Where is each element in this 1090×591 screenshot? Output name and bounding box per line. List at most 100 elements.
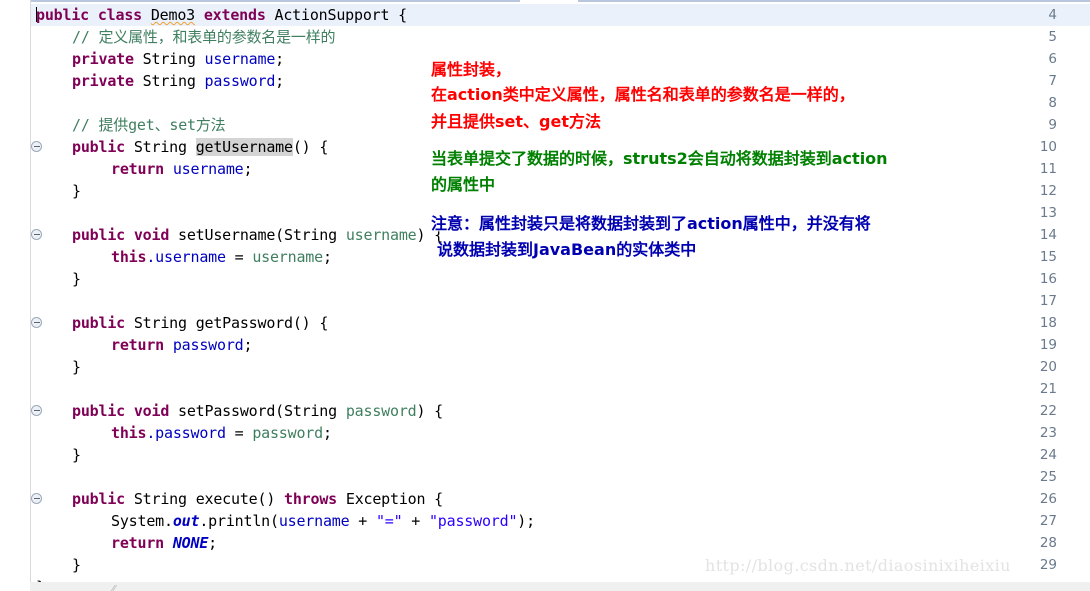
code-line-28[interactable]: return NONE; <box>111 532 217 554</box>
token-type: String <box>142 50 196 68</box>
token-keyword: return <box>111 534 164 552</box>
token-constant: NONE <box>172 534 209 552</box>
token-field: password <box>204 72 276 90</box>
token-type: String <box>133 314 187 332</box>
code-line-6[interactable]: private String username; <box>72 48 284 70</box>
sash-handle-icon: ⁄⁄ <box>112 584 116 591</box>
token-call: .println( <box>199 512 279 530</box>
token-keyword: return <box>111 160 164 178</box>
token-type: String <box>133 138 187 156</box>
token-keyword: public <box>36 6 89 24</box>
token-keyword: public <box>72 138 125 156</box>
code-line-29[interactable]: } <box>72 554 81 576</box>
code-line-26[interactable]: public String execute() throws Exception… <box>72 488 443 510</box>
token-parameter: username <box>252 248 323 266</box>
token-method-name: getUsername <box>195 138 293 156</box>
token-operator: + <box>402 512 429 530</box>
token-brace: } <box>72 182 81 200</box>
token-system: System. <box>111 512 173 530</box>
token-field: .password <box>146 424 226 442</box>
token-tail: ) { <box>416 402 443 420</box>
code-line-9[interactable]: // 提供get、set方法 <box>72 114 226 136</box>
token-exception: Exception { <box>345 490 443 508</box>
token-type: String <box>142 72 196 90</box>
gutter-separator <box>30 0 31 591</box>
code-line-27[interactable]: System.out.println(username + "=" + "pas… <box>111 510 535 532</box>
code-line-4[interactable]: public class Demo3 extends ActionSupport… <box>36 4 407 26</box>
token-tail: ); <box>517 512 535 530</box>
token-field: .username <box>146 248 226 266</box>
token-operator: = <box>225 248 253 266</box>
token-string: "password" <box>428 512 518 530</box>
code-line-15[interactable]: this.username = username; <box>111 246 332 268</box>
annotation-blue-line-1: 注意：属性封装只是将数据封装到了action属性中，并没有将 <box>431 214 871 233</box>
token-keyword: void <box>133 226 170 244</box>
token-parameter: username <box>345 226 417 244</box>
token-keyword: throws <box>284 490 338 508</box>
code-line-23[interactable]: this.password = password; <box>111 422 332 444</box>
token-field: username <box>278 512 350 530</box>
token-method-name: setUsername(String <box>178 226 337 244</box>
token-keyword: this <box>111 248 147 266</box>
token-class-name: Demo3 <box>150 6 195 24</box>
token-comment: // 定义属性，和表单的参数名是一样的 <box>72 28 336 46</box>
token-semicolon: ; <box>208 534 218 552</box>
annotation-red-line-3: 并且提供set、get方法 <box>431 112 601 131</box>
code-line-12[interactable]: } <box>72 180 81 202</box>
token-operator: + <box>349 512 376 530</box>
editor-screenshot: 4 5 6 7 8 9 10 11 12 13 14 15 16 17 18 1… <box>0 0 1090 591</box>
token-field: password <box>172 336 244 354</box>
token-superclass: ActionSupport <box>274 6 390 24</box>
code-line-11[interactable]: return username; <box>111 158 253 180</box>
code-line-22[interactable]: public void setPassword(String password)… <box>72 400 443 422</box>
token-keyword: this <box>111 424 147 442</box>
token-keyword: class <box>97 6 142 24</box>
token-field: username <box>172 160 244 178</box>
code-line-5[interactable]: // 定义属性，和表单的参数名是一样的 <box>72 26 335 48</box>
token-method-name: execute() <box>195 490 276 508</box>
annotation-red-line-1: 属性封装， <box>431 60 512 79</box>
watermark-url: http://blog.csdn.net/diaosinixiheixiu <box>705 556 1011 575</box>
token-operator: = <box>225 424 253 442</box>
code-line-20[interactable]: } <box>72 356 81 378</box>
annotation-blue-line-2: 说数据封装到JavaBean的实体类中 <box>437 240 697 259</box>
annotation-green-line-1: 当表单提交了数据的时候，struts2会自动将数据封装到action <box>431 149 888 168</box>
code-line-16[interactable]: } <box>72 268 81 290</box>
token-semicolon: ; <box>322 248 332 266</box>
line-number-gutter[interactable] <box>0 0 31 591</box>
token-keyword: return <box>111 336 164 354</box>
code-line-7[interactable]: private String password; <box>72 70 284 92</box>
token-semicolon: ; <box>243 336 253 354</box>
token-comment: // 提供get、set方法 <box>72 116 226 134</box>
token-semicolon: ; <box>243 160 253 178</box>
token-brace: } <box>72 270 81 288</box>
token-method-name: getPassword() { <box>195 314 329 332</box>
token-parameter: password <box>345 402 417 420</box>
editor-bottom-strip: ⁄⁄ <box>30 582 1090 591</box>
token-keyword: private <box>72 50 134 68</box>
token-tail: () { <box>292 138 329 156</box>
code-line-19[interactable]: return password; <box>111 334 253 356</box>
token-method-name: setPassword(String <box>178 402 337 420</box>
token-type: String <box>133 490 187 508</box>
token-semicolon: ; <box>322 424 332 442</box>
token-semicolon: ; <box>275 50 285 68</box>
token-string: "=" <box>375 512 403 530</box>
token-field: username <box>204 50 276 68</box>
code-line-10[interactable]: public String getUsername() { <box>72 136 328 158</box>
token-keyword: void <box>133 402 170 420</box>
token-keyword: extends <box>203 6 266 24</box>
token-keyword: public <box>72 402 125 420</box>
code-line-18[interactable]: public String getPassword() { <box>72 312 328 334</box>
token-keyword: public <box>72 490 125 508</box>
token-brace: } <box>72 556 81 574</box>
token-keyword: public <box>72 314 125 332</box>
token-static-field: out <box>172 512 200 530</box>
token-brace: { <box>398 6 408 24</box>
token-semicolon: ; <box>275 72 285 90</box>
token-parameter: password <box>252 424 323 442</box>
token-brace: } <box>72 446 81 464</box>
annotation-green-line-2: 的属性中 <box>431 175 496 194</box>
code-line-14[interactable]: public void setUsername(String username)… <box>72 224 443 246</box>
code-line-24[interactable]: } <box>72 444 81 466</box>
